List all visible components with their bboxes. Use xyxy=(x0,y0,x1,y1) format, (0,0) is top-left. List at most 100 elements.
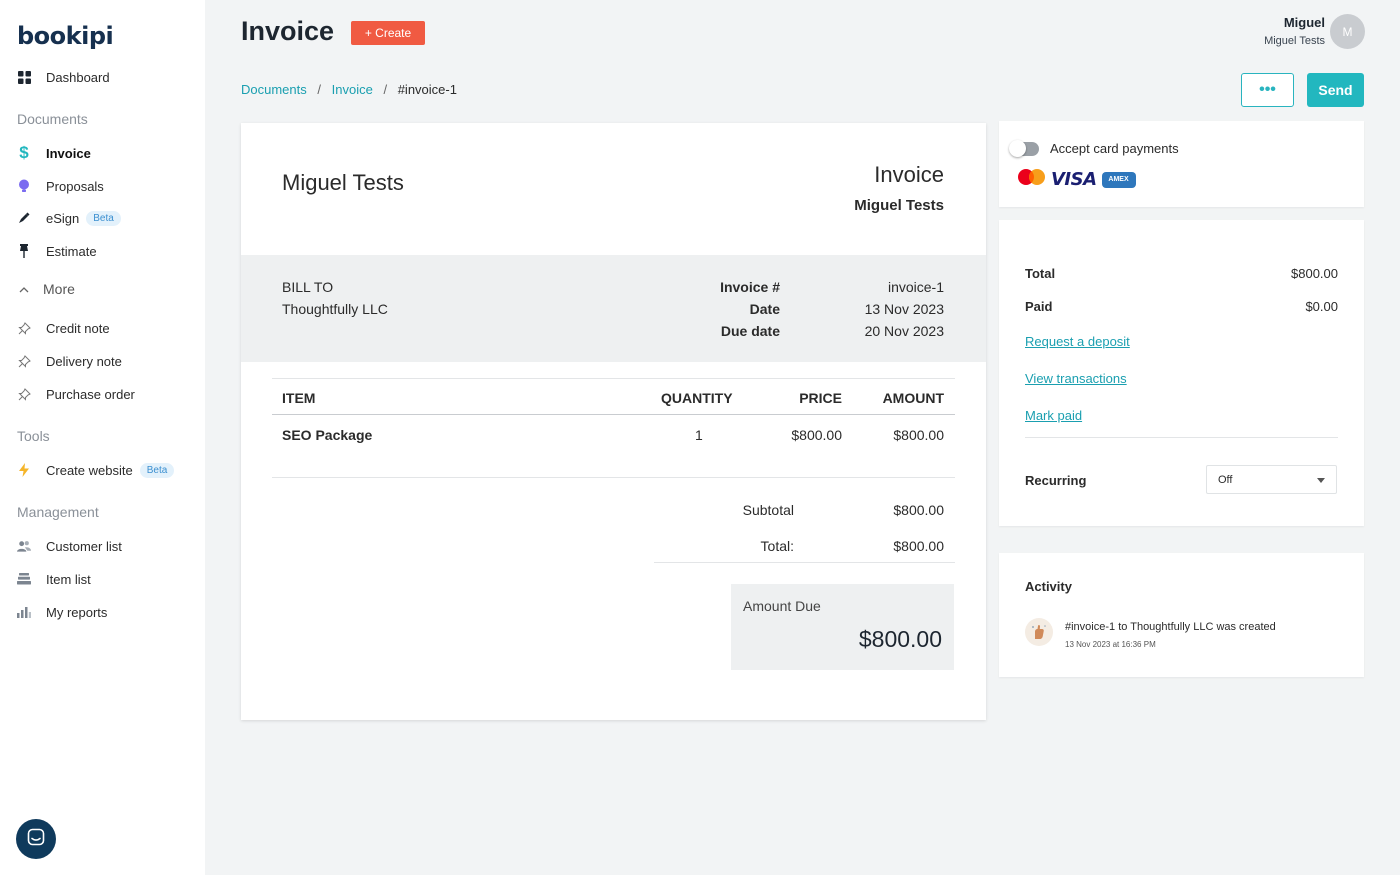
invoice-preview: Miguel Tests Invoice Miguel Tests BILL T… xyxy=(241,123,986,720)
chat-icon xyxy=(27,828,45,851)
beta-badge: Beta xyxy=(86,210,121,226)
user-organization[interactable]: Miguel Tests xyxy=(1264,35,1325,47)
send-button[interactable]: Send xyxy=(1307,73,1364,107)
user-name[interactable]: Miguel xyxy=(1284,15,1325,30)
card-payments-panel: Accept card payments VISA AMEX xyxy=(999,121,1364,207)
amount-due-box: Amount Due $800.00 xyxy=(731,584,954,670)
card-logos: VISA AMEX xyxy=(1017,168,1136,191)
chevron-up-icon xyxy=(17,282,31,296)
sidebar-item-label: Item list xyxy=(46,571,91,587)
sidebar-item-label: Purchase order xyxy=(46,386,135,402)
subtotal-value: $800.00 xyxy=(893,502,944,518)
sidebar-item-delivery-note[interactable]: Delivery note xyxy=(17,350,122,372)
total-value: $800.00 xyxy=(893,538,944,554)
sidebar-item-credit-note[interactable]: Credit note xyxy=(17,317,110,339)
sidebar-item-purchase-order[interactable]: Purchase order xyxy=(17,383,135,405)
grid-icon xyxy=(17,70,31,84)
section-more-toggle[interactable]: More xyxy=(17,278,75,300)
bulb-icon xyxy=(17,179,31,193)
table-header-divider xyxy=(272,414,955,415)
invoice-doc-type: Invoice xyxy=(874,162,944,187)
activity-entry-time: 13 Nov 2023 at 16:36 PM xyxy=(1065,640,1156,649)
more-options-button[interactable]: ••• xyxy=(1241,73,1294,107)
invoice-doc-owner: Miguel Tests xyxy=(854,197,944,214)
sidebar-item-label: Invoice xyxy=(46,145,91,161)
sidebar-item-customer-list[interactable]: Customer list xyxy=(17,535,122,557)
invoice-due-label: Due date xyxy=(720,323,780,339)
chat-launcher-button[interactable] xyxy=(16,819,56,859)
view-transactions-link[interactable]: View transactions xyxy=(1025,371,1127,386)
summary-total-label: Total xyxy=(1025,266,1056,281)
totals-divider xyxy=(654,562,955,563)
bill-to-section: BILL TO Thoughtfully LLC Invoice # invoi… xyxy=(241,255,986,362)
item-price: $800.00 xyxy=(791,427,842,443)
table-divider xyxy=(272,477,955,478)
sidebar-item-label: Customer list xyxy=(46,538,122,554)
breadcrumb-separator: / xyxy=(383,82,388,97)
invoice-company-name: Miguel Tests xyxy=(282,170,404,195)
request-deposit-link[interactable]: Request a deposit xyxy=(1025,334,1130,349)
users-icon xyxy=(17,539,31,553)
bill-to-label: BILL TO xyxy=(282,279,334,295)
sidebar-item-esign[interactable]: eSign Beta xyxy=(17,207,121,229)
sidebar-item-dashboard[interactable]: Dashboard xyxy=(17,66,110,88)
sidebar-item-label: Estimate xyxy=(46,243,97,259)
column-header-item: ITEM xyxy=(282,390,316,406)
sidebar-item-label: Dashboard xyxy=(46,69,110,85)
sidebar-item-label: Create website xyxy=(46,462,133,478)
mastercard-icon xyxy=(1017,168,1046,191)
activity-title: Activity xyxy=(1025,579,1072,594)
sidebar-item-my-reports[interactable]: My reports xyxy=(17,601,107,623)
sidebar-item-proposals[interactable]: Proposals xyxy=(17,175,104,197)
create-button[interactable]: + Create xyxy=(351,21,425,45)
recurring-select[interactable]: Off xyxy=(1206,465,1337,494)
activity-entry-text: #invoice-1 to Thoughtfully LLC was creat… xyxy=(1065,621,1276,633)
bookipi-logo[interactable]: bookipi xyxy=(17,22,114,50)
dollar-icon: $ xyxy=(19,143,29,162)
bill-to-name: Thoughtfully LLC xyxy=(282,301,388,317)
section-more-label: More xyxy=(43,281,75,297)
section-management: Management xyxy=(17,504,99,520)
sidebar-item-label: Credit note xyxy=(46,320,110,336)
stack-icon xyxy=(17,572,31,586)
mark-paid-link[interactable]: Mark paid xyxy=(1025,408,1082,423)
sidebar-item-label: Proposals xyxy=(46,178,104,194)
breadcrumb-current: #invoice-1 xyxy=(397,82,457,97)
accept-card-payments-toggle[interactable] xyxy=(1009,140,1039,157)
item-name: SEO Package xyxy=(282,427,373,443)
item-amount: $800.00 xyxy=(893,427,944,443)
invoice-number-value: invoice-1 xyxy=(887,279,944,295)
invoice-due-value: 20 Nov 2023 xyxy=(864,323,944,339)
sidebar-item-estimate[interactable]: Estimate xyxy=(17,240,97,262)
avatar[interactable]: M xyxy=(1330,14,1365,49)
summary-paid-label: Paid xyxy=(1025,299,1053,314)
breadcrumb-invoice-link[interactable]: Invoice xyxy=(332,82,373,97)
amount-due-label: Amount Due xyxy=(743,598,821,614)
invoice-date-label: Date xyxy=(749,301,780,317)
invoice-summary-panel: Total $800.00 Paid $0.00 Request a depos… xyxy=(999,220,1364,526)
total-label: Total: xyxy=(760,538,794,554)
pen-icon xyxy=(17,211,31,225)
pin-outline-icon xyxy=(17,387,31,401)
breadcrumb-documents-link[interactable]: Documents xyxy=(241,82,307,97)
sidebar-item-label: eSign xyxy=(46,210,80,226)
pin-icon xyxy=(17,244,31,258)
sidebar-item-create-website[interactable]: Create website Beta xyxy=(17,459,175,481)
sidebar-item-label: My reports xyxy=(46,604,108,620)
bar-chart-icon xyxy=(17,605,31,619)
activity-panel: Activity #invoice-1 to Thoughtfully LLC … xyxy=(999,553,1364,677)
accept-card-payments-label: Accept card payments xyxy=(1050,141,1179,156)
bolt-icon xyxy=(17,463,31,477)
sidebar-item-item-list[interactable]: Item list xyxy=(17,568,91,590)
sidebar-item-label: Delivery note xyxy=(46,353,122,369)
item-quantity: 1 xyxy=(695,427,703,443)
amount-due-value: $800.00 xyxy=(858,626,942,652)
summary-paid-value: $0.00 xyxy=(1305,299,1338,314)
beta-badge: Beta xyxy=(139,462,175,478)
sidebar-item-invoice[interactable]: $ Invoice xyxy=(17,142,91,164)
recurring-select-value: Off xyxy=(1218,473,1233,486)
sidebar: bookipi Dashboard Documents $ Invoice Pr… xyxy=(0,0,205,875)
subtotal-label: Subtotal xyxy=(742,502,794,518)
summary-divider xyxy=(1025,437,1338,438)
recurring-label: Recurring xyxy=(1025,473,1087,488)
